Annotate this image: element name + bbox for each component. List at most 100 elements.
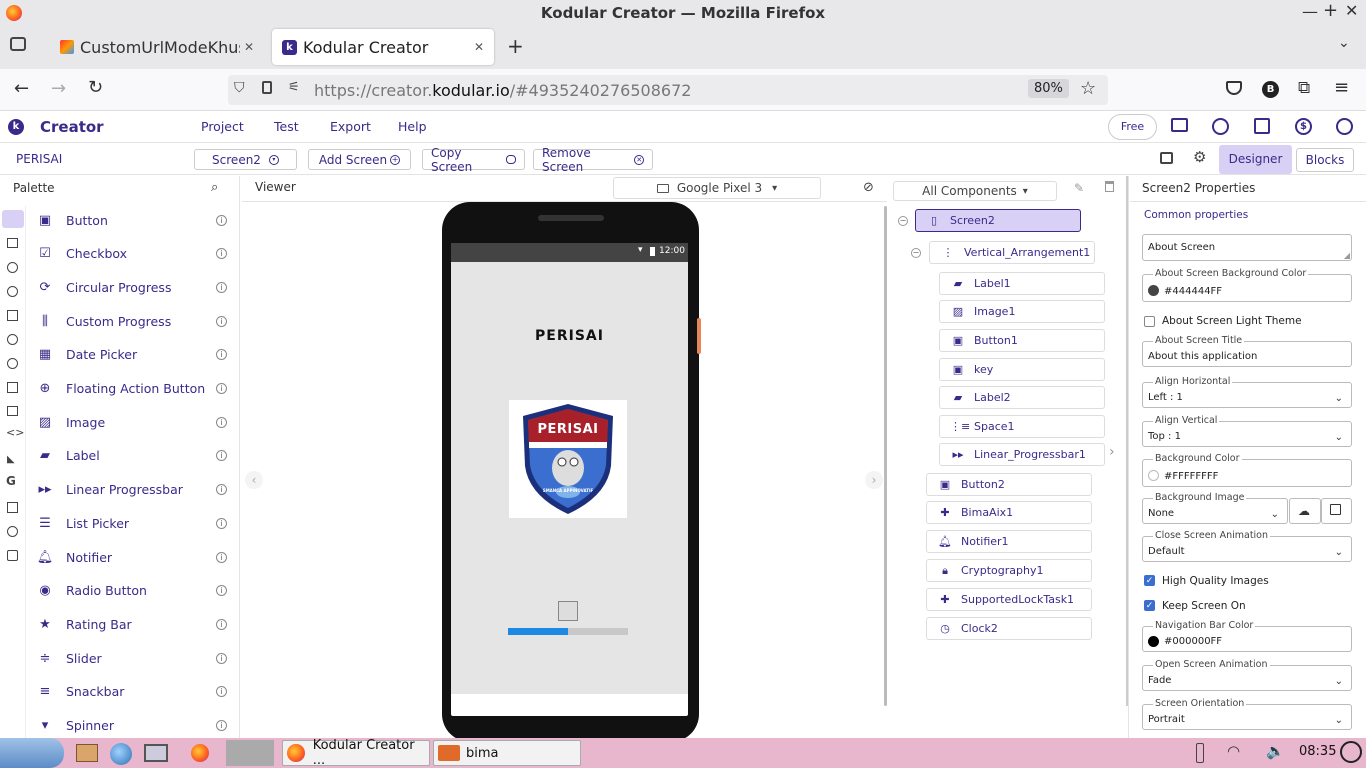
category-storage-icon[interactable] xyxy=(7,382,18,393)
info-icon[interactable]: i xyxy=(216,720,227,731)
palette-item-label[interactable]: ▰ Label i xyxy=(28,442,233,470)
about-title-field[interactable]: About Screen Title About this applicatio… xyxy=(1142,335,1352,367)
shield-icon[interactable]: ⛉ xyxy=(234,80,245,96)
viewer-scrollbar[interactable] xyxy=(884,206,887,706)
settings-gear-icon[interactable]: ⚙ xyxy=(1193,148,1206,166)
info-icon[interactable]: i xyxy=(216,618,227,630)
viewer-right-arrow-icon[interactable]: › xyxy=(865,471,883,489)
tree-node-screen2[interactable]: ▯ Screen2 xyxy=(915,209,1081,232)
palette-item-image[interactable]: ▨ Image i xyxy=(28,408,233,436)
reload-icon[interactable]: ↻ xyxy=(88,77,103,98)
info-icon[interactable]: i xyxy=(216,281,227,293)
tree-node-image1[interactable]: ▨ Image1 xyxy=(939,300,1105,323)
new-tab-icon[interactable]: + xyxy=(507,34,524,58)
info-icon[interactable]: i xyxy=(216,652,227,664)
category-maps-icon[interactable] xyxy=(7,310,18,321)
palette-item-date-picker[interactable]: ▦ Date Picker i xyxy=(28,341,233,369)
designer-tab[interactable]: Designer xyxy=(1219,145,1292,174)
align-vertical-select[interactable]: Align Vertical Top : 1 ⌄ xyxy=(1142,415,1352,447)
palette-item-rating-bar[interactable]: ★ Rating Bar i xyxy=(28,610,233,638)
app-brand[interactable]: Creator xyxy=(40,118,104,136)
close-icon[interactable]: ✕ xyxy=(1345,1,1358,20)
file-cabinet-icon[interactable] xyxy=(76,744,98,762)
tree-node-space1[interactable]: ⋮≡ Space1 xyxy=(939,415,1105,438)
add-screen-button[interactable]: Add Screen + xyxy=(308,149,411,170)
back-icon[interactable]: ← xyxy=(14,78,29,99)
taskbar-folder-window[interactable]: bima xyxy=(433,740,581,766)
delete-trash-icon[interactable] xyxy=(1105,181,1114,192)
upload-image-button[interactable]: ☁ xyxy=(1289,498,1321,524)
workspace-switcher[interactable] xyxy=(226,740,274,766)
taskbar-firefox-window[interactable]: Kodular Creator ... xyxy=(282,738,430,768)
screen-selector[interactable]: Screen2 ▾ xyxy=(194,149,297,170)
align-horizontal-select[interactable]: Align Horizontal Left : 1 ⌄ xyxy=(1142,376,1352,408)
palette-item-circular-progress[interactable]: ⟳ Circular Progress i xyxy=(28,273,233,301)
firefox-launcher-icon[interactable] xyxy=(191,744,209,762)
tree-node-label1[interactable]: ▰ Label1 xyxy=(939,272,1105,295)
properties-section[interactable]: Common properties xyxy=(1144,209,1248,221)
palette-item-notifier[interactable]: 🔔︎ Notifier i xyxy=(28,543,233,571)
category-google-icon[interactable]: G xyxy=(6,474,16,488)
tab-close-icon[interactable]: ✕ xyxy=(474,40,484,54)
wifi-tray-icon[interactable]: ◠ xyxy=(1227,742,1240,760)
category-rss-icon[interactable]: ◣ xyxy=(7,454,15,465)
start-menu-icon[interactable] xyxy=(0,738,64,768)
resize-handle-icon[interactable]: ◢ xyxy=(1344,251,1350,260)
dollar-icon[interactable]: $ xyxy=(1295,118,1312,135)
category-connectivity-icon[interactable]: <> xyxy=(6,426,24,439)
palette-item-floating-action-button[interactable]: ⊕ Floating Action Button i xyxy=(28,375,233,403)
plan-badge[interactable]: Free xyxy=(1108,114,1157,140)
components-filter[interactable]: All Components ▾ xyxy=(893,181,1057,201)
account-avatar[interactable]: B xyxy=(1262,81,1279,98)
palette-item-checkbox[interactable]: ☑ Checkbox i xyxy=(28,240,233,268)
minimize-icon[interactable]: — xyxy=(1302,2,1318,21)
collapse-arrangement-icon[interactable]: − xyxy=(911,248,921,258)
info-icon[interactable]: i xyxy=(216,248,227,260)
category-layout-icon[interactable] xyxy=(7,238,18,248)
tab-close-icon[interactable]: ✕ xyxy=(244,40,254,54)
tree-scrollbar[interactable] xyxy=(1126,176,1128,706)
tree-node-clock2[interactable]: ◷ Clock2 xyxy=(926,617,1092,640)
info-icon[interactable]: i xyxy=(216,383,227,394)
tree-node-button1[interactable]: ▣ Button1 xyxy=(939,329,1105,352)
info-icon[interactable]: i xyxy=(216,517,227,529)
screen-orientation-select[interactable]: Screen Orientation Portrait ⌄ xyxy=(1142,698,1352,730)
tree-node-cryptography1[interactable]: 🔒︎ Cryptography1 xyxy=(926,559,1092,582)
url-bar[interactable]: ⛉ ⚟ https://creator. kodular.io/#49352402… xyxy=(228,75,1108,105)
collapse-screen2-icon[interactable]: − xyxy=(898,216,908,226)
category-social-icon[interactable] xyxy=(7,358,18,369)
category-info-icon[interactable] xyxy=(7,526,18,537)
power-icon[interactable] xyxy=(1340,741,1362,763)
open-animation-select[interactable]: Open Screen Animation Fade ⌄ xyxy=(1142,659,1352,691)
folder-star-icon[interactable] xyxy=(1171,118,1188,132)
palette-item-linear-progressbar[interactable]: ▸▸ Linear Progressbar i xyxy=(28,476,233,504)
info-icon[interactable]: i xyxy=(216,416,227,428)
battery-tray-icon[interactable] xyxy=(1196,743,1204,763)
blocks-tab[interactable]: Blocks xyxy=(1296,148,1354,172)
volume-tray-icon[interactable]: 🔈 xyxy=(1266,742,1285,760)
extensions-icon[interactable]: ⧉ xyxy=(1298,78,1310,98)
globe-icon[interactable] xyxy=(110,743,132,765)
list-tabs-chevron-icon[interactable]: ⌄ xyxy=(1338,35,1350,51)
pocket-icon[interactable] xyxy=(1226,81,1242,95)
menu-test[interactable]: Test xyxy=(274,119,299,134)
tree-node-label2[interactable]: ▰ Label2 xyxy=(939,386,1105,409)
keep-screen-on-checkbox[interactable]: ✓ xyxy=(1144,600,1155,611)
info-icon[interactable]: i xyxy=(216,450,227,462)
preview-icon[interactable] xyxy=(1160,152,1173,164)
url-text[interactable]: https://creator. kodular.io/#493524027650… xyxy=(314,81,691,100)
high-quality-checkbox[interactable]: ✓ xyxy=(1144,575,1155,586)
category-extensions-icon[interactable] xyxy=(7,550,18,561)
palette-item-custom-progress[interactable]: ⫼ Custom Progress i xyxy=(28,307,233,335)
forward-icon[interactable]: → xyxy=(51,78,66,99)
menu-project[interactable]: Project xyxy=(201,119,244,134)
palette-item-snackbar[interactable]: ≡ Snackbar i xyxy=(28,678,233,706)
category-sensors-icon[interactable] xyxy=(7,334,18,345)
about-screen-textarea[interactable]: About Screen ◢ xyxy=(1142,234,1352,261)
tab-kodular[interactable]: k Kodular Creator ✕ xyxy=(272,29,494,65)
tree-expand-arrow-icon[interactable]: › xyxy=(1109,444,1115,460)
category-utilities-icon[interactable] xyxy=(7,406,18,416)
bookmark-star-icon[interactable]: ☆ xyxy=(1080,78,1096,99)
category-user-interface-icon[interactable] xyxy=(2,210,24,228)
tab-customurl[interactable]: CustomUrlModeKhusu ✕ xyxy=(50,29,264,65)
